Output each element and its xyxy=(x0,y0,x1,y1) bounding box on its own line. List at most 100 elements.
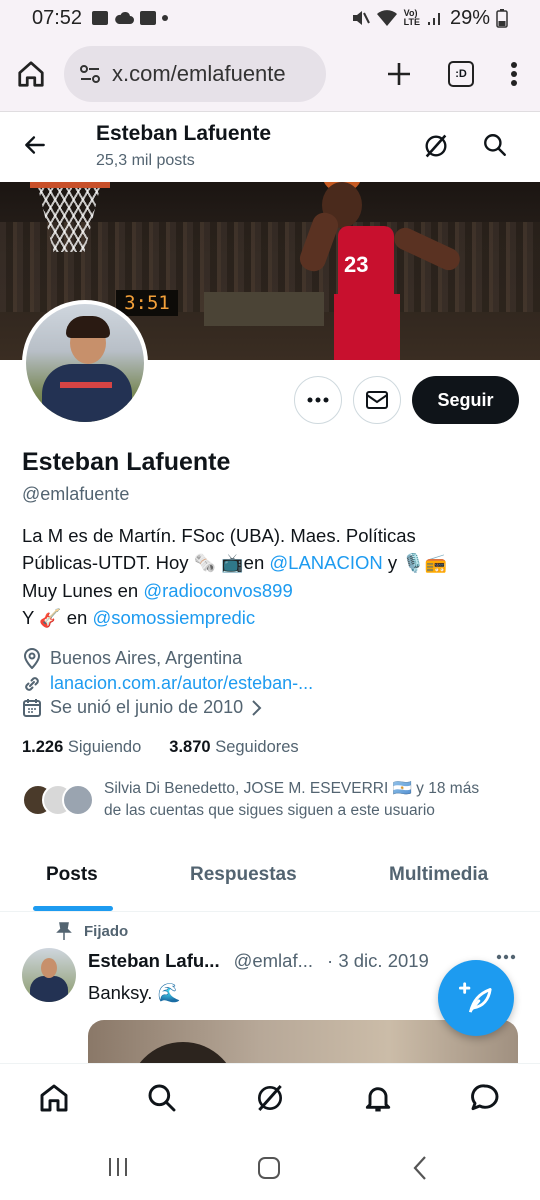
tab-replies[interactable]: Respuestas xyxy=(190,864,297,886)
profile-location: Buenos Aires, Argentina xyxy=(22,647,242,669)
tv-emoji: 📺 xyxy=(221,553,244,573)
chat-bubble-icon[interactable] xyxy=(469,1082,501,1114)
profile-avatar[interactable] xyxy=(22,300,148,426)
bio-text: en xyxy=(61,607,93,628)
status-right: Vo) LTE 29% xyxy=(350,7,508,30)
website-link[interactable]: lanacion.com.ar/autor/esteban-... xyxy=(50,673,313,694)
mention-lanacion-link[interactable]: @LANACION xyxy=(269,552,382,573)
header-post-count: 25,3 mil posts xyxy=(96,152,195,169)
profile-name: Esteban Lafuente xyxy=(22,448,231,476)
home-icon[interactable] xyxy=(16,59,46,89)
more-options-button[interactable] xyxy=(294,376,342,424)
joined-text: Se unió el junio de 2010 xyxy=(50,697,244,717)
compose-post-icon xyxy=(459,982,492,1013)
chevron-right-icon xyxy=(252,699,262,716)
status-time: 07:52 xyxy=(32,6,83,29)
followers-count: 3.870 xyxy=(169,738,211,756)
bio-line-4: Y 🎸 en @somossiempredic xyxy=(22,604,492,632)
system-nav xyxy=(0,1133,540,1200)
post-author-name[interactable]: Esteban Lafu... xyxy=(88,950,220,972)
banner-jersey-number: 23 xyxy=(344,252,369,277)
avatar-body xyxy=(42,364,132,422)
bio-text: en xyxy=(243,552,270,573)
profile-header-bar: Esteban Lafuente 25,3 mil posts xyxy=(0,112,540,182)
post-avatar-body xyxy=(30,976,68,1002)
volte-icon: Vo) LTE xyxy=(403,8,420,27)
followers-stat[interactable]: 3.870 Seguidores xyxy=(169,738,298,757)
bio-text: y xyxy=(382,552,403,573)
tab-media[interactable]: Multimedia xyxy=(389,864,488,886)
post-author-avatar[interactable] xyxy=(22,948,76,1002)
link-icon xyxy=(25,676,39,691)
search-icon[interactable] xyxy=(482,132,508,158)
avatar-sweater-stripe xyxy=(60,382,112,388)
signal-icon xyxy=(427,13,440,25)
bio-line-1: La M es de Martín. FSoc (UBA). Maes. Pol… xyxy=(22,525,416,546)
bio-text: Muy Lunes en xyxy=(22,580,144,601)
newspaper-emoji: 🗞️ xyxy=(193,553,217,573)
profile-handle: @emlafuente xyxy=(22,484,130,504)
home-button-icon[interactable] xyxy=(256,1155,282,1181)
location-text: Buenos Aires, Argentina xyxy=(50,647,243,668)
notification-icons xyxy=(92,11,169,25)
address-bar[interactable]: x.com/emlafuente xyxy=(64,45,326,102)
bottom-nav xyxy=(0,1063,540,1133)
mention-somossiempredic-link[interactable]: @somossiempredic xyxy=(92,607,255,628)
browser-actions: :D xyxy=(386,60,524,87)
pinned-text: Fijado xyxy=(84,922,129,940)
following-count: 1.226 xyxy=(22,738,64,756)
following-stat[interactable]: 1.226 Siguiendo xyxy=(22,738,141,757)
profile-website: lanacion.com.ar/autor/esteban-... xyxy=(22,673,313,694)
mention-radioconvos-link[interactable]: @radioconvos899 xyxy=(143,580,292,601)
followed-by-text: Silvia Di Benedetto, JOSE M. ESEVERRI 🇦🇷… xyxy=(104,778,514,822)
more-dots-icon[interactable] xyxy=(496,954,516,960)
home-icon[interactable] xyxy=(38,1082,70,1114)
battery-percent: 29% xyxy=(449,6,490,29)
follower-avatar xyxy=(62,784,94,816)
bio-text: Y xyxy=(22,607,40,628)
followers-label: Seguidores xyxy=(215,738,299,756)
bell-icon[interactable] xyxy=(362,1082,394,1114)
more-notifications-icon xyxy=(162,15,169,21)
followed-by-line-2: de las cuentas que sigues siguen a este … xyxy=(104,802,435,819)
site-settings-icon[interactable] xyxy=(78,63,102,85)
bio-line-3: Muy Lunes en @radioconvos899 xyxy=(22,577,492,604)
message-button[interactable] xyxy=(353,376,401,424)
grok-icon[interactable] xyxy=(422,132,450,160)
location-pin-icon xyxy=(23,648,41,669)
profile-joined[interactable]: Se unió el junio de 2010 xyxy=(22,697,263,718)
battery-icon xyxy=(496,9,508,28)
menu-dots-icon[interactable] xyxy=(510,61,518,87)
arrow-left-icon[interactable] xyxy=(22,132,48,158)
search-icon[interactable] xyxy=(146,1082,178,1114)
post-date[interactable]: · 3 dic. 2019 xyxy=(327,950,429,972)
banner-clock: 3:51 xyxy=(116,290,178,316)
banner-adboard xyxy=(204,292,324,326)
banner-shorts xyxy=(334,294,400,360)
post-text: Banksy. 🌊 xyxy=(88,982,181,1003)
post-author-handle[interactable]: @emlaf... xyxy=(234,950,313,972)
tab-switcher-button[interactable]: :D xyxy=(448,60,474,87)
gallery-notification-icon xyxy=(92,11,109,25)
microphone-emoji: 🎙️ xyxy=(402,553,425,573)
grok-icon[interactable] xyxy=(254,1082,286,1114)
more-dots-icon xyxy=(307,397,329,403)
active-tab-indicator xyxy=(33,906,113,911)
following-label: Siguiendo xyxy=(67,738,142,756)
calendar-icon xyxy=(23,698,41,717)
compose-post-button[interactable] xyxy=(438,960,514,1036)
follow-button[interactable]: Seguir xyxy=(412,376,519,424)
new-tab-icon[interactable] xyxy=(386,61,412,87)
recent-apps-icon[interactable] xyxy=(106,1155,130,1179)
post-avatar-face xyxy=(41,958,57,978)
envelope-icon xyxy=(366,391,388,409)
post-header: Esteban Lafu... @emlaf... · 3 dic. 2019 xyxy=(88,950,429,972)
pinned-label: Fijado xyxy=(56,922,128,940)
pin-icon xyxy=(56,922,72,940)
back-button-icon[interactable] xyxy=(410,1155,430,1181)
profile-tabs: Posts Respuestas Multimedia xyxy=(0,850,540,912)
avatar-hair xyxy=(66,316,110,338)
cloud-icon xyxy=(115,11,135,24)
tab-posts[interactable]: Posts xyxy=(46,864,98,886)
avatar-photo xyxy=(26,304,144,422)
